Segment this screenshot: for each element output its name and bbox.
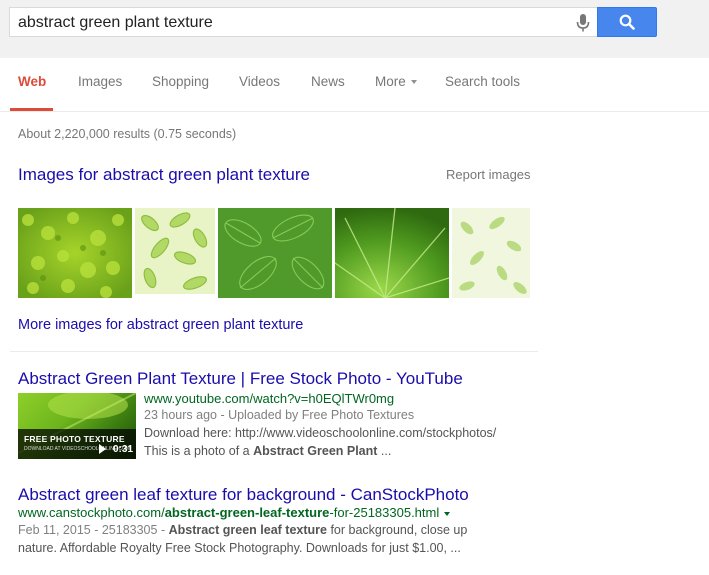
result-url: www.canstockphoto.com/abstract-green-lea… bbox=[18, 505, 451, 520]
image-thumbnail[interactable] bbox=[18, 208, 132, 298]
tab-videos[interactable]: Videos bbox=[239, 74, 280, 89]
result-title-link[interactable]: Abstract green leaf texture for backgrou… bbox=[18, 485, 469, 505]
result-stats: About 2,220,000 results (0.75 seconds) bbox=[18, 127, 237, 141]
play-icon bbox=[99, 444, 106, 454]
video-label: FREE PHOTO TEXTURE bbox=[24, 434, 125, 444]
search-header: abstract green plant texture bbox=[0, 0, 709, 59]
snippet-text: ... bbox=[377, 444, 392, 458]
report-images-link[interactable]: Report images bbox=[446, 167, 531, 182]
more-images-link[interactable]: More images for abstract green plant tex… bbox=[18, 317, 303, 333]
images-header-link[interactable]: Images for abstract green plant texture bbox=[18, 165, 310, 185]
result-snippet: Feb 11, 2015 - 25183305 - Abstract green… bbox=[18, 523, 467, 537]
image-thumbnail[interactable] bbox=[218, 208, 332, 298]
snippet-bold: Abstract green leaf texture bbox=[168, 523, 327, 537]
snippet-bold: Abstract Green Plant bbox=[253, 444, 378, 458]
url-bold: abstract-green-leaf-texture bbox=[164, 505, 330, 520]
tab-web[interactable]: Web bbox=[18, 74, 46, 89]
search-button[interactable] bbox=[597, 7, 657, 37]
tab-more-label: More bbox=[375, 74, 406, 89]
search-input[interactable]: abstract green plant texture bbox=[9, 7, 597, 37]
image-thumbnail-strip bbox=[18, 208, 530, 298]
result-url: www.youtube.com/watch?v=h0EQlTWr0mg bbox=[144, 391, 395, 406]
result-meta: Feb 11, 2015 - 25183305 - bbox=[18, 523, 169, 537]
tab-images[interactable]: Images bbox=[78, 74, 122, 89]
tab-shopping[interactable]: Shopping bbox=[152, 74, 209, 89]
result-snippet: Download here: http://www.videoschoolonl… bbox=[144, 426, 497, 440]
result-meta: 23 hours ago - Uploaded by Free Photo Te… bbox=[144, 408, 415, 422]
tab-more[interactable]: More bbox=[375, 74, 417, 89]
url-text: -for-25183305.html bbox=[329, 505, 440, 520]
search-query-text: abstract green plant texture bbox=[18, 14, 213, 31]
chevron-down-icon[interactable] bbox=[444, 511, 451, 516]
chevron-down-icon bbox=[410, 80, 417, 85]
result-snippet: nature. Affordable Royalty Free Stock Ph… bbox=[18, 541, 461, 555]
tab-news[interactable]: News bbox=[311, 74, 345, 89]
snippet-text: for background, close up bbox=[326, 523, 468, 537]
video-duration: 0:31 bbox=[112, 444, 133, 455]
image-thumbnail[interactable] bbox=[135, 208, 215, 298]
search-icon bbox=[619, 14, 635, 30]
video-thumbnail[interactable]: FREE PHOTO TEXTURE DOWNLOAD AT VIDEOSCHO… bbox=[18, 393, 136, 459]
image-thumbnail[interactable] bbox=[452, 208, 530, 298]
search-tabs: Web Images Shopping Videos News More Sea… bbox=[0, 58, 709, 112]
active-tab-indicator bbox=[10, 108, 53, 111]
microphone-icon[interactable] bbox=[575, 13, 591, 33]
snippet-text: This is a photo of a bbox=[144, 444, 254, 458]
result-snippet: This is a photo of a Abstract Green Plan… bbox=[144, 444, 391, 458]
result-title-link[interactable]: Abstract Green Plant Texture | Free Stoc… bbox=[18, 369, 463, 389]
tab-search-tools[interactable]: Search tools bbox=[445, 74, 520, 89]
image-thumbnail[interactable] bbox=[335, 208, 449, 298]
divider bbox=[10, 351, 538, 352]
url-text: www.canstockphoto.com/ bbox=[18, 505, 165, 520]
